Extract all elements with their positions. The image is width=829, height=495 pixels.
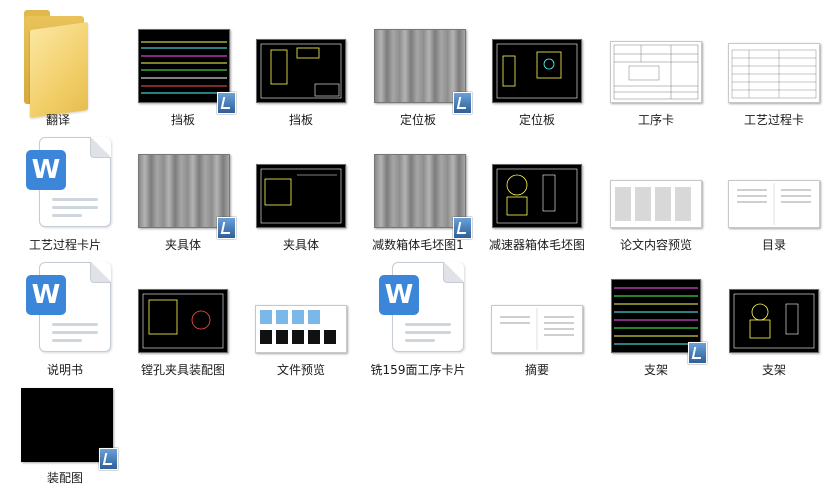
file-item-dangban-2[interactable]: 挡板 xyxy=(243,6,359,130)
word-document-icon: W xyxy=(360,256,476,364)
shortcut-badge-icon xyxy=(453,217,472,239)
image-thumbnail xyxy=(243,256,359,364)
file-item-gongyiguochengkapian[interactable]: W 工艺过程卡片 xyxy=(7,131,123,255)
file-label: 定位板 xyxy=(518,113,555,127)
file-label: 装配图 xyxy=(46,471,83,485)
cad-drawing-thumbnail xyxy=(243,131,359,239)
file-label: 夹具体 xyxy=(282,238,319,252)
cad-drawing-thumbnail xyxy=(716,256,829,364)
file-item-mulu[interactable]: 目录 xyxy=(716,131,829,255)
cad-drawing-thumbnail xyxy=(125,6,241,114)
file-item-zhaiyao[interactable]: 摘要 xyxy=(479,256,595,380)
file-label: 工艺过程卡 xyxy=(743,113,804,127)
file-label: 论文内容预览 xyxy=(619,238,692,252)
document-thumbnail xyxy=(598,131,714,239)
file-label: 挡板 xyxy=(288,113,313,127)
file-label: 工艺过程卡片 xyxy=(28,238,101,252)
file-item-zhuangpeitu[interactable]: 装配图 xyxy=(7,364,123,488)
shortcut-badge-icon xyxy=(99,448,118,470)
file-item-lunwenneirongyulan[interactable]: 论文内容预览 xyxy=(598,131,714,255)
document-thumbnail xyxy=(598,6,714,114)
shortcut-badge-icon xyxy=(217,92,236,114)
image-thumbnail xyxy=(360,131,476,239)
word-document-icon: W xyxy=(7,256,123,364)
folder-icon xyxy=(0,6,116,119)
image-thumbnail xyxy=(125,131,241,239)
file-item-gongyiguochengka[interactable]: 工艺过程卡 xyxy=(716,6,829,130)
file-label: 摘要 xyxy=(524,363,549,377)
file-item-jianshuxiangti[interactable]: 减数箱体毛坯图1 xyxy=(360,131,476,255)
file-label: 翻译 xyxy=(45,113,70,127)
file-item-jiansuqixiangti[interactable]: 减速器箱体毛坯图 xyxy=(479,131,595,255)
image-thumbnail xyxy=(360,6,476,114)
cad-drawing-thumbnail xyxy=(479,131,595,239)
shortcut-badge-icon xyxy=(453,92,472,114)
file-label: 挡板 xyxy=(170,113,195,127)
document-thumbnail xyxy=(716,6,829,114)
file-label: 文件预览 xyxy=(276,363,325,377)
file-label: 定位板 xyxy=(399,113,436,127)
file-label: 镗孔夹具装配图 xyxy=(140,363,225,377)
file-label: 工序卡 xyxy=(637,113,674,127)
file-item-jiajuti-2[interactable]: 夹具体 xyxy=(243,131,359,255)
file-item-shuomingshu[interactable]: W 说明书 xyxy=(7,256,123,380)
cad-drawing-thumbnail xyxy=(479,6,595,114)
file-item-xi159mian[interactable]: W 铣159面工序卡片 xyxy=(360,256,476,380)
file-label: 铣159面工序卡片 xyxy=(370,363,466,377)
file-label: 支架 xyxy=(643,363,668,377)
file-label: 减速器箱体毛坯图 xyxy=(488,238,585,252)
file-label: 目录 xyxy=(761,238,786,252)
file-item-fanyi[interactable]: 翻译 xyxy=(0,6,116,130)
file-item-dingweiban-2[interactable]: 定位板 xyxy=(479,6,595,130)
cad-drawing-thumbnail xyxy=(125,256,241,364)
file-item-jiajuti-1[interactable]: 夹具体 xyxy=(125,131,241,255)
shortcut-badge-icon xyxy=(688,342,707,364)
file-item-tangkongjiaju[interactable]: 镗孔夹具装配图 xyxy=(125,256,241,380)
document-thumbnail xyxy=(479,256,595,364)
cad-drawing-thumbnail xyxy=(243,6,359,114)
file-item-dingweiban-1[interactable]: 定位板 xyxy=(360,6,476,130)
image-thumbnail xyxy=(7,364,123,472)
cad-drawing-thumbnail xyxy=(598,256,714,364)
document-thumbnail xyxy=(716,131,829,239)
file-item-zhijia-2[interactable]: 支架 xyxy=(716,256,829,380)
file-label: 夹具体 xyxy=(164,238,201,252)
shortcut-badge-icon xyxy=(217,217,236,239)
file-label: 支架 xyxy=(761,363,786,377)
file-item-wenjianyulan[interactable]: 文件预览 xyxy=(243,256,359,380)
word-document-icon: W xyxy=(7,131,123,239)
file-item-gongxuka[interactable]: 工序卡 xyxy=(598,6,714,130)
file-item-dangban-1[interactable]: 挡板 xyxy=(125,6,241,130)
file-label: 减数箱体毛坯图1 xyxy=(372,238,464,252)
file-item-zhijia-1[interactable]: 支架 xyxy=(598,256,714,380)
